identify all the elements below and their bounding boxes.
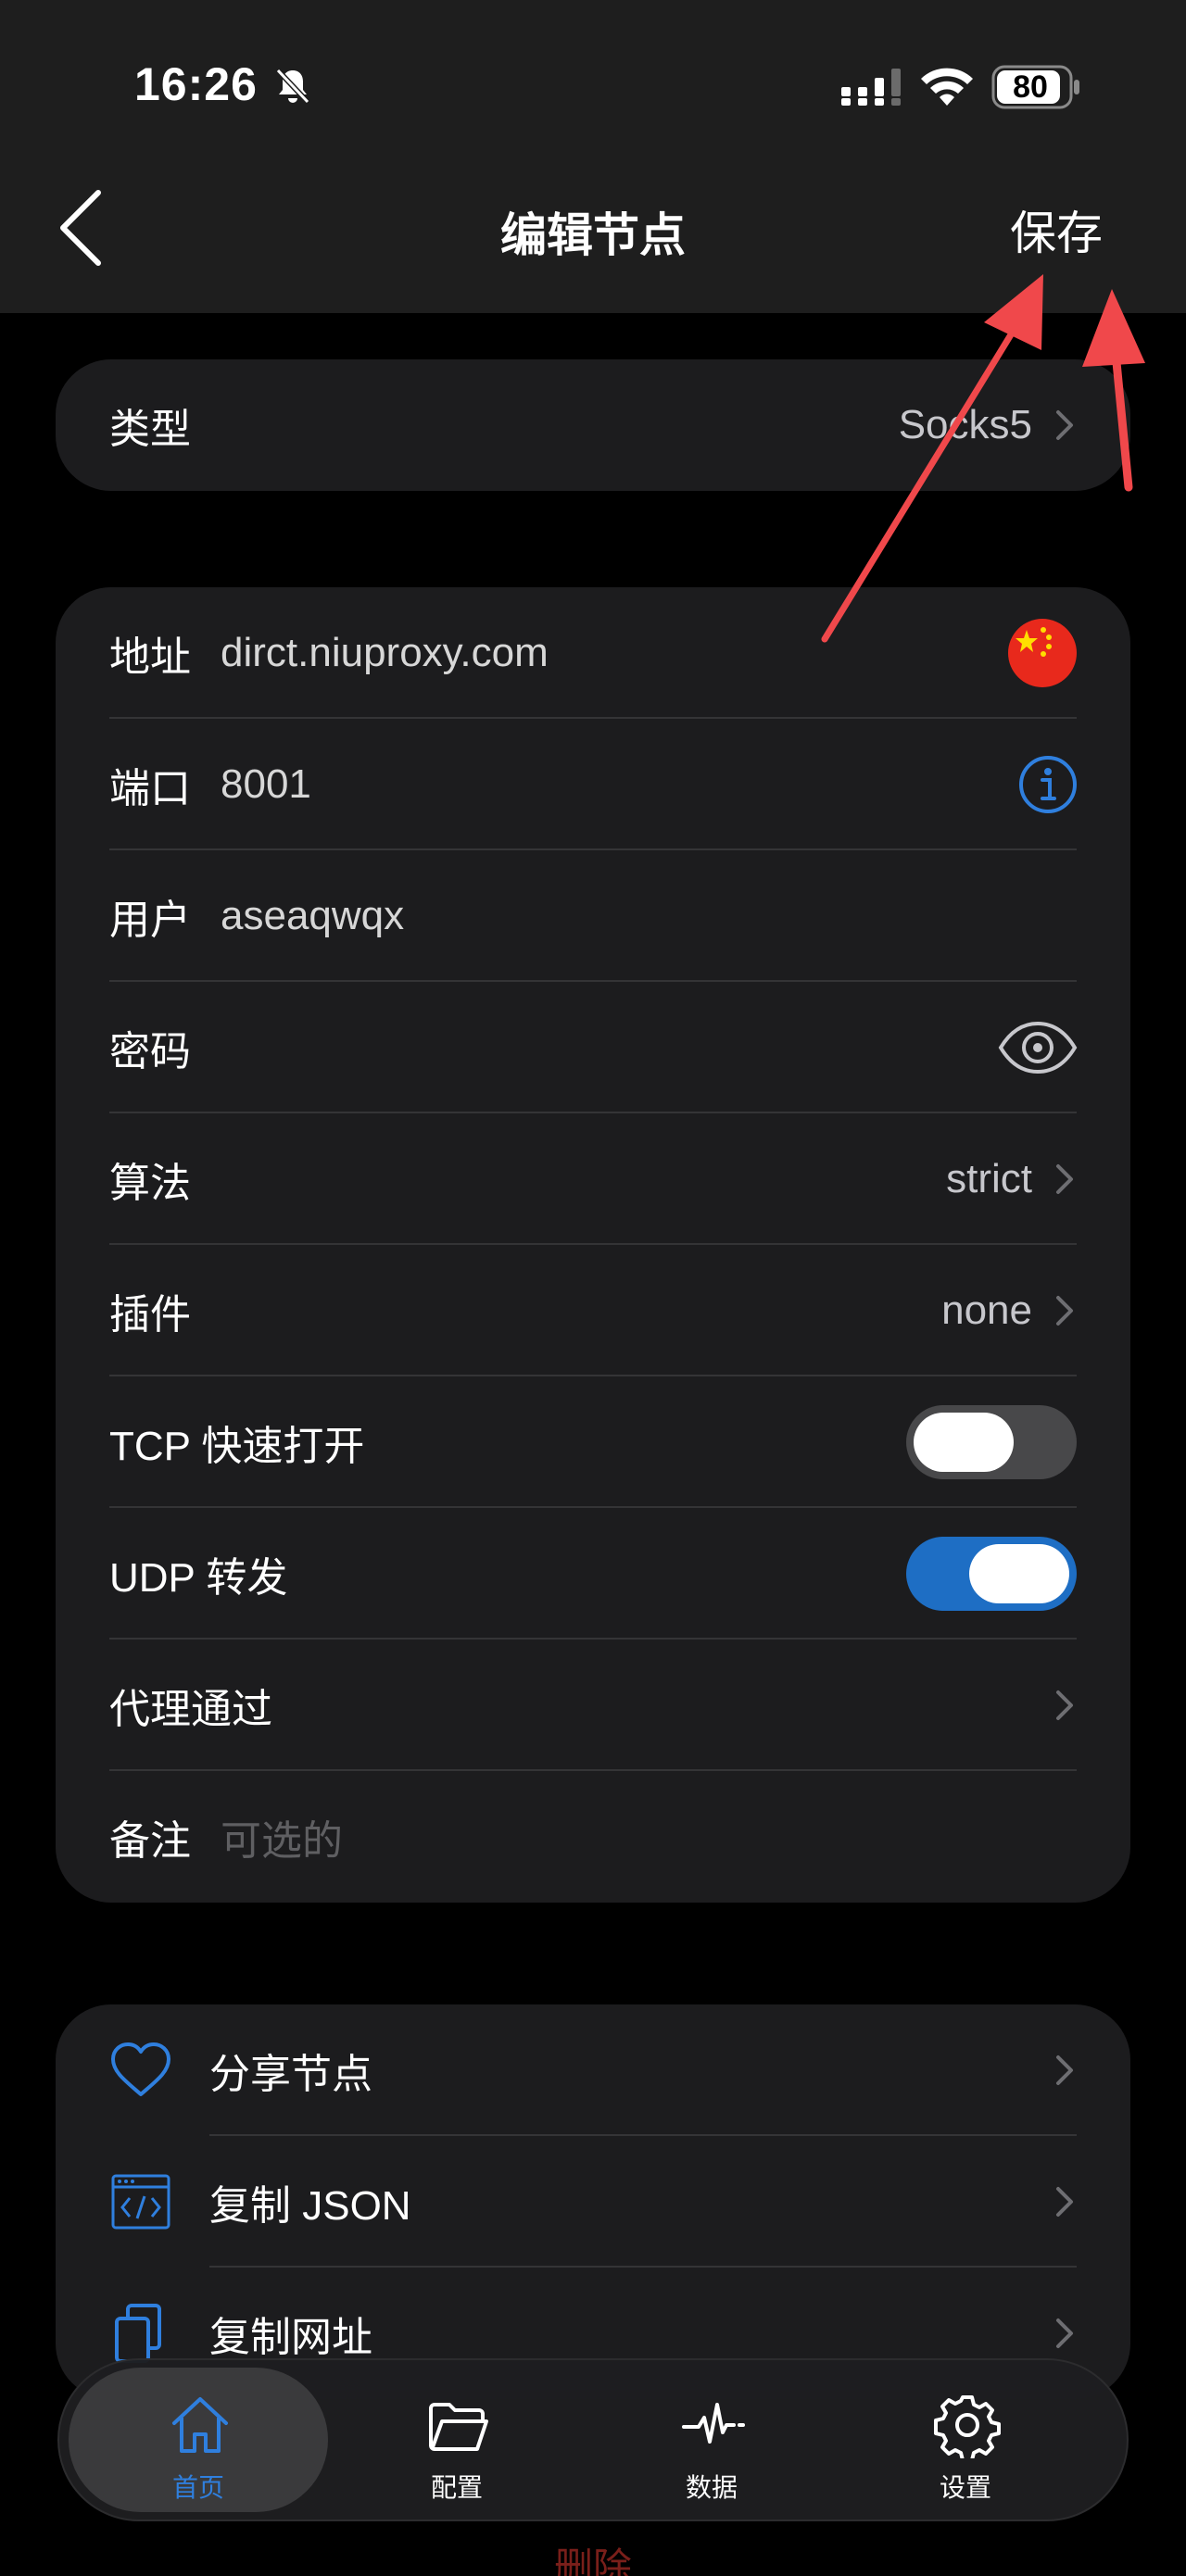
copy-json-label: 复制 JSON	[209, 2183, 411, 2229]
bell-muted-icon	[275, 68, 310, 105]
address-label: 地址	[109, 635, 191, 680]
toggle-knob	[914, 1413, 1014, 1472]
delete-button[interactable]: 删除	[0, 2536, 1186, 2576]
folder-icon	[429, 2403, 488, 2451]
type-card: 类型 Socks5	[56, 359, 1130, 491]
chevron-right-icon	[1056, 1690, 1073, 1720]
tab-config[interactable]: 配置	[327, 2368, 587, 2512]
proxy-via-row[interactable]: 代理通过	[56, 1640, 1130, 1771]
code-icon	[111, 2174, 170, 2230]
tab-data-label: 数据	[685, 2473, 738, 2502]
china-flag-icon	[1008, 619, 1077, 687]
address-row[interactable]: 地址 dirct.niuproxy.com	[56, 587, 1130, 719]
udp-relay-row: UDP 转发	[56, 1508, 1130, 1640]
tab-home[interactable]: 首页	[69, 2368, 328, 2512]
chevron-right-icon	[1056, 410, 1073, 440]
cellular-signal-icon	[841, 69, 901, 106]
note-field[interactable]: 可选的	[221, 1807, 343, 1866]
type-label: 类型	[109, 407, 191, 452]
save-button[interactable]: 保存	[1010, 196, 1103, 263]
toggle-knob	[969, 1544, 1069, 1603]
user-label: 用户	[109, 898, 191, 943]
chevron-right-icon	[1056, 2055, 1073, 2085]
share-node-label: 分享节点	[209, 2052, 372, 2097]
plugin-value: none	[941, 1288, 1032, 1333]
password-label: 密码	[109, 1029, 191, 1074]
plugin-label: 插件	[109, 1292, 191, 1338]
port-label: 端口	[109, 766, 191, 811]
copy-url-label: 复制网址	[209, 2315, 372, 2360]
user-row[interactable]: 用户 aseaqwqx	[56, 850, 1130, 982]
note-label: 备注	[109, 1818, 191, 1864]
copy-icon	[115, 2304, 161, 2363]
udp-relay-label: UDP 转发	[109, 1555, 288, 1601]
password-row[interactable]: 密码	[56, 982, 1130, 1113]
type-row[interactable]: 类型 Socks5	[56, 359, 1130, 491]
algorithm-value: strict	[946, 1156, 1032, 1201]
heart-icon	[111, 2042, 170, 2096]
tab-data[interactable]: 数据	[582, 2368, 841, 2512]
battery-level: 80	[1013, 69, 1048, 105]
tab-settings-label: 设置	[939, 2473, 991, 2502]
note-row[interactable]: 备注 可选的	[56, 1771, 1130, 1903]
tab-home-label: 首页	[171, 2473, 224, 2502]
eye-icon[interactable]	[997, 1020, 1079, 1075]
tcp-fast-open-label: TCP 快速打开	[109, 1424, 365, 1469]
type-value: Socks5	[898, 402, 1032, 447]
port-field[interactable]: 8001	[221, 761, 311, 808]
tab-bar: 首页 配置 数据 设置	[57, 2358, 1129, 2521]
udp-relay-toggle[interactable]	[906, 1537, 1077, 1611]
proxy-via-label: 代理通过	[109, 1687, 272, 1732]
plugin-row[interactable]: 插件 none	[56, 1245, 1130, 1376]
algorithm-row[interactable]: 算法 strict	[56, 1113, 1130, 1245]
algorithm-label: 算法	[109, 1161, 191, 1206]
user-field[interactable]: aseaqwqx	[221, 893, 404, 939]
gear-icon	[934, 2395, 1001, 2458]
home-icon	[172, 2397, 228, 2453]
pulse-icon	[682, 2403, 745, 2444]
chevron-right-icon	[1056, 1296, 1073, 1326]
info-icon[interactable]	[1017, 754, 1079, 815]
copy-json-row[interactable]: 复制 JSON	[56, 2136, 1130, 2268]
address-field[interactable]: dirct.niuproxy.com	[221, 630, 549, 676]
chevron-right-icon	[1056, 2187, 1073, 2217]
tcp-fast-open-row: TCP 快速打开	[56, 1376, 1130, 1508]
tab-settings[interactable]: 设置	[836, 2368, 1095, 2512]
port-row[interactable]: 端口 8001	[56, 719, 1130, 850]
chevron-right-icon	[1056, 1164, 1073, 1194]
tab-config-label: 配置	[430, 2473, 483, 2502]
page-title: 编辑节点	[500, 209, 686, 261]
top-bar: 16:26 80 编辑节点 保存	[0, 0, 1186, 313]
tcp-fast-open-toggle[interactable]	[906, 1405, 1077, 1479]
actions-card: 分享节点 复制 JSON 复制网址	[56, 2004, 1130, 2399]
wifi-icon	[921, 68, 973, 106]
chevron-right-icon	[1056, 2318, 1073, 2348]
node-form-card: 地址 dirct.niuproxy.com 端口 8001 用户 aseaqwq…	[56, 587, 1130, 1903]
status-time: 16:26	[134, 58, 258, 110]
share-node-row[interactable]: 分享节点	[56, 2004, 1130, 2136]
